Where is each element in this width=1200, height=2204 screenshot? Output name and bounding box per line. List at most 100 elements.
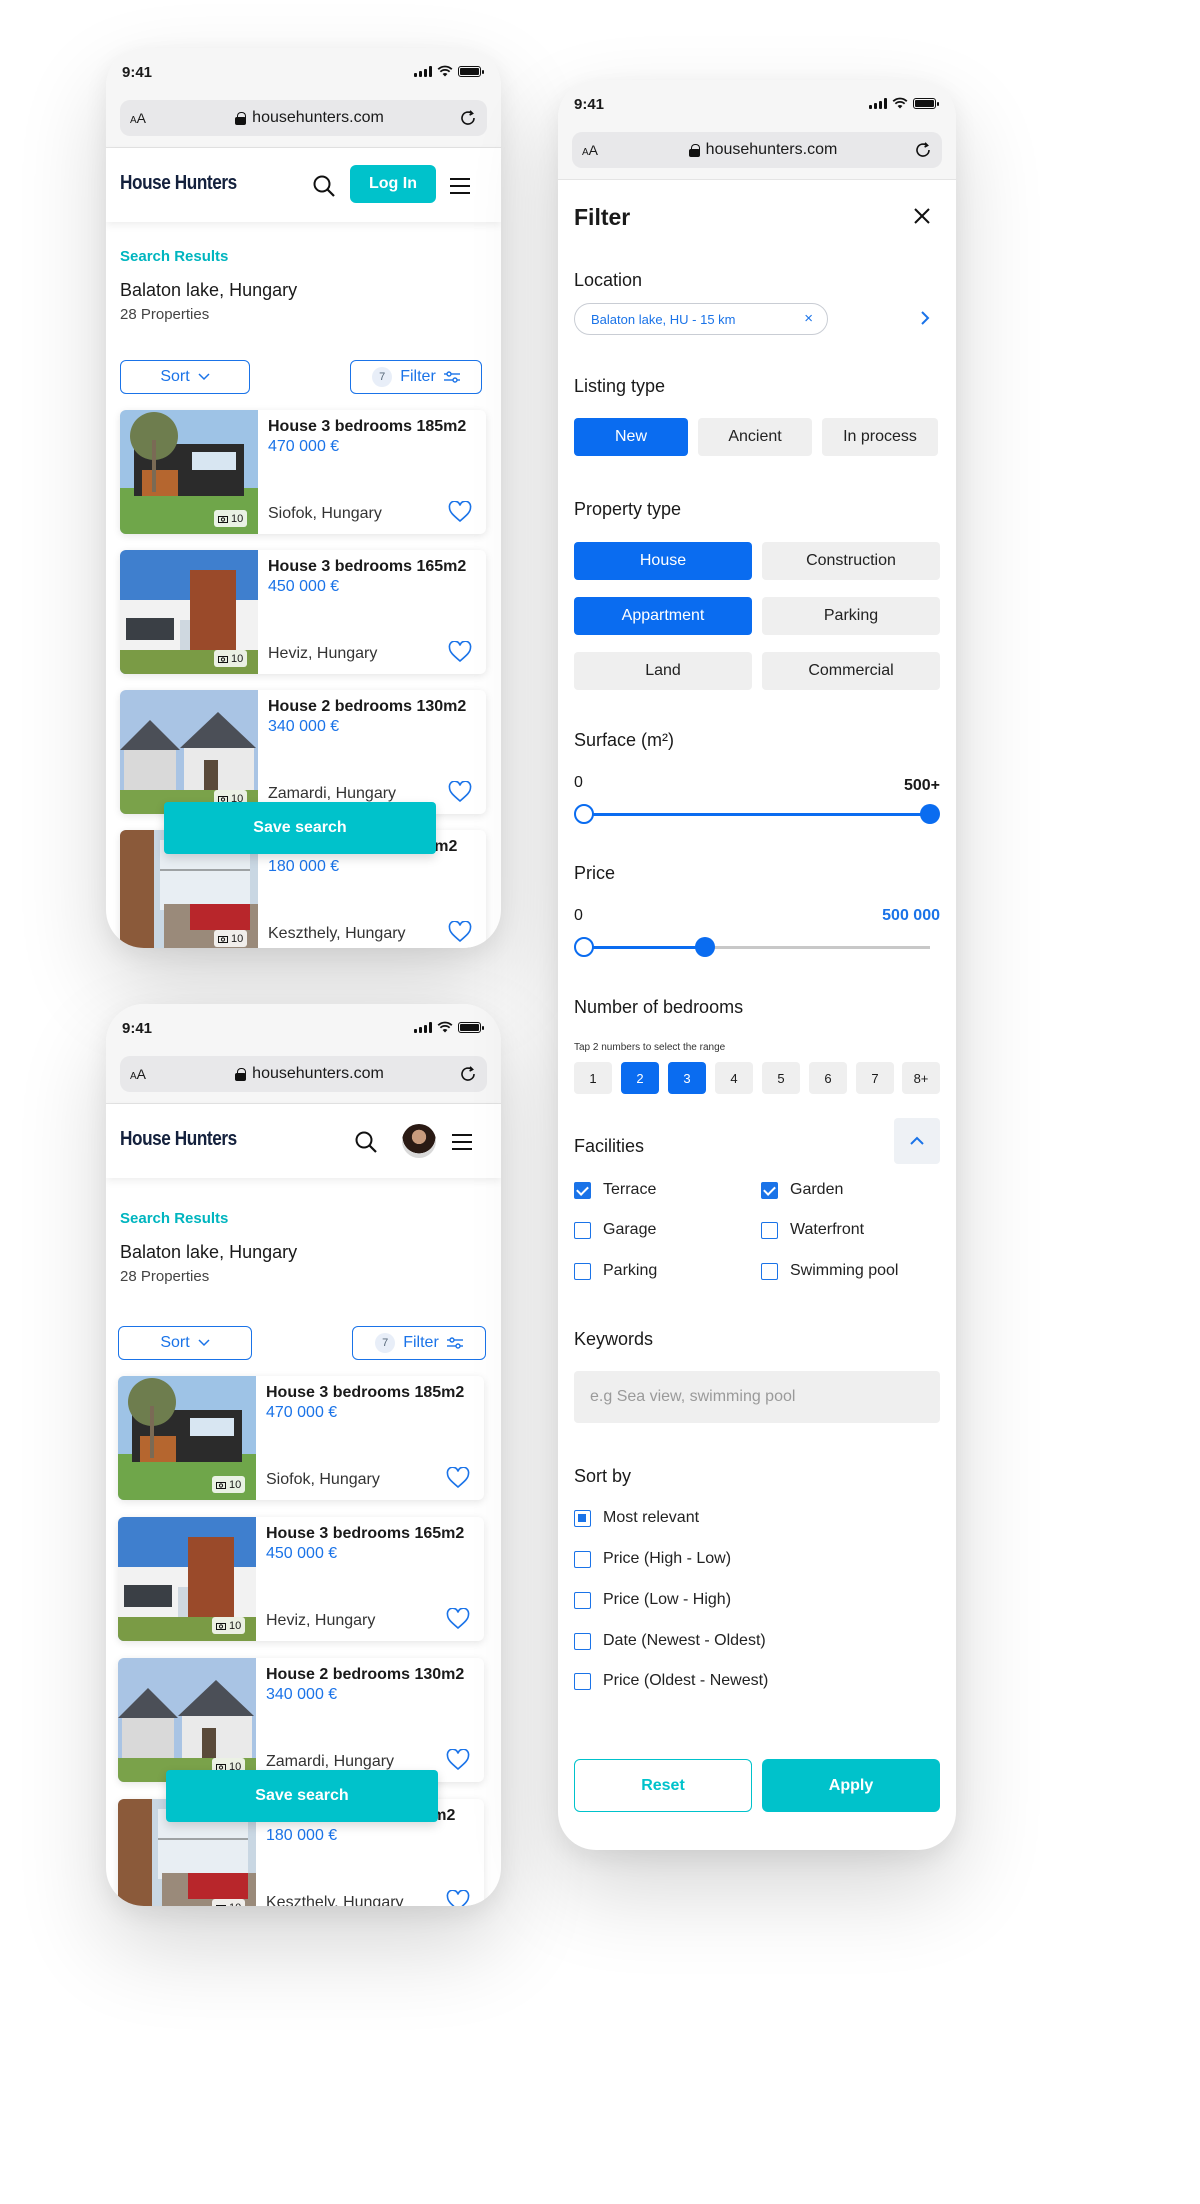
price-max-handle[interactable] [695,937,716,957]
property-type-house[interactable]: House [574,542,752,580]
heart-icon[interactable] [448,781,472,803]
facility-garage[interactable]: Garage [574,1221,656,1239]
reload-icon[interactable] [459,1065,477,1083]
surface-min-handle[interactable] [574,804,594,824]
heart-icon[interactable] [446,1890,470,1906]
radio[interactable] [574,1550,591,1568]
checkbox[interactable] [574,1181,591,1199]
save-search-button[interactable]: Save search [166,1770,438,1822]
sort-option[interactable]: Most relevant [574,1509,699,1527]
property-type-appartment[interactable]: Appartment [574,597,752,635]
search-results-label[interactable]: Search Results [120,248,228,265]
menu-icon[interactable] [448,174,472,198]
listing-type-heading: Listing type [574,376,666,396]
apply-button[interactable]: Apply [762,1759,940,1812]
url-bar[interactable]: AA househunters.com [120,100,487,136]
sort-button[interactable]: Sort [120,360,250,394]
facility-waterfront[interactable]: Waterfront [761,1221,864,1239]
facility-parking[interactable]: Parking [574,1262,657,1280]
surface-slider[interactable] [574,804,940,824]
price-min-handle[interactable] [574,937,594,957]
property-type-parking[interactable]: Parking [762,597,940,635]
text-size-button[interactable]: AA [130,1066,160,1082]
menu-icon[interactable] [450,1130,474,1154]
search-icon[interactable] [312,174,336,198]
bedroom-option[interactable]: 8+ [902,1062,940,1094]
remove-location-icon[interactable]: × [804,310,813,327]
logo[interactable]: House Hunters [120,1128,237,1151]
radio[interactable] [574,1591,591,1609]
radio[interactable] [574,1509,591,1527]
url-bar[interactable]: AA househunters.com [120,1056,487,1092]
photo-count-value: 10 [229,1902,241,1907]
surface-heading: Surface (m²) [574,730,675,750]
collapse-facilities-button[interactable] [894,1118,940,1164]
reset-button[interactable]: Reset [574,1759,752,1812]
battery-icon [458,65,484,77]
camera-icon [218,515,228,523]
listing-type-in-process[interactable]: In process [822,418,938,456]
bedroom-option[interactable]: 5 [762,1062,800,1094]
location-chip[interactable]: Balaton lake, HU - 15 km × [574,303,828,335]
heart-icon[interactable] [448,921,472,943]
filter-button[interactable]: 7 Filter [352,1326,486,1360]
text-size-button[interactable]: AA [582,142,612,158]
keywords-input[interactable] [574,1371,940,1423]
property-type-commercial[interactable]: Commercial [762,652,940,690]
camera-icon [218,655,228,663]
surface-max-handle[interactable] [920,804,940,824]
search-results-label[interactable]: Search Results [120,1210,228,1227]
close-icon[interactable] [912,206,932,226]
listing-card[interactable]: 10 House 3 bedrooms 165m2 450 000 € Hevi… [118,1517,484,1641]
facility-garden[interactable]: Garden [761,1181,843,1199]
checkbox[interactable] [574,1221,591,1239]
sort-label: Sort [160,368,190,385]
checkbox[interactable] [761,1221,778,1239]
price-slider[interactable] [574,937,930,957]
bedroom-option[interactable]: 6 [809,1062,847,1094]
radio[interactable] [574,1672,591,1690]
property-type-land[interactable]: Land [574,652,752,690]
reload-icon[interactable] [459,109,477,127]
sort-button[interactable]: Sort [118,1326,252,1360]
bedroom-option[interactable]: 7 [856,1062,894,1094]
listing-card[interactable]: 10 House 2 bedrooms 130m2 340 000 € Zama… [118,1658,484,1782]
filter-button[interactable]: 7 Filter [350,360,482,394]
bedroom-option[interactable]: 1 [574,1062,612,1094]
reload-icon[interactable] [914,141,932,159]
listing-type-ancient[interactable]: Ancient [698,418,812,456]
heart-icon[interactable] [446,1608,470,1630]
sort-option[interactable]: Price (High - Low) [574,1550,731,1568]
property-type-construction[interactable]: Construction [762,542,940,580]
search-icon[interactable] [354,1130,378,1154]
radio[interactable] [574,1632,591,1650]
sort-option[interactable]: Date (Newest - Oldest) [574,1632,766,1650]
listing-card[interactable]: 10 House 3 bedrooms 185m2 470 000 € Siof… [118,1376,484,1500]
listing-type-new[interactable]: New [574,418,688,456]
listing-card[interactable]: 10 House 2 bedrooms 130m2 340 000 € Zama… [120,690,486,814]
chevron-right-icon[interactable] [918,308,932,328]
camera-icon [216,1904,226,1906]
url-bar[interactable]: AA househunters.com [572,132,942,168]
user-avatar[interactable] [402,1124,436,1158]
logo[interactable]: House Hunters [120,172,237,195]
sort-option[interactable]: Price (Oldest - Newest) [574,1672,768,1690]
heart-icon[interactable] [446,1467,470,1489]
bedroom-option[interactable]: 4 [715,1062,753,1094]
text-size-button[interactable]: AA [130,110,160,126]
login-button[interactable]: Log In [350,165,436,203]
checkbox[interactable] [761,1262,778,1280]
facility-terrace[interactable]: Terrace [574,1181,656,1199]
checkbox[interactable] [574,1262,591,1280]
save-search-button[interactable]: Save search [164,802,436,854]
heart-icon[interactable] [448,641,472,663]
bedroom-option[interactable]: 3 [668,1062,706,1094]
heart-icon[interactable] [448,501,472,523]
listing-card[interactable]: 10 House 3 bedrooms 165m2 450 000 € Hevi… [120,550,486,674]
heart-icon[interactable] [446,1749,470,1771]
checkbox[interactable] [761,1181,778,1199]
bedroom-option[interactable]: 2 [621,1062,659,1094]
sort-option[interactable]: Price (Low - High) [574,1591,731,1609]
facility-swimming-pool[interactable]: Swimming pool [761,1262,898,1280]
listing-card[interactable]: 10 House 3 bedrooms 185m2 470 000 € Siof… [120,410,486,534]
